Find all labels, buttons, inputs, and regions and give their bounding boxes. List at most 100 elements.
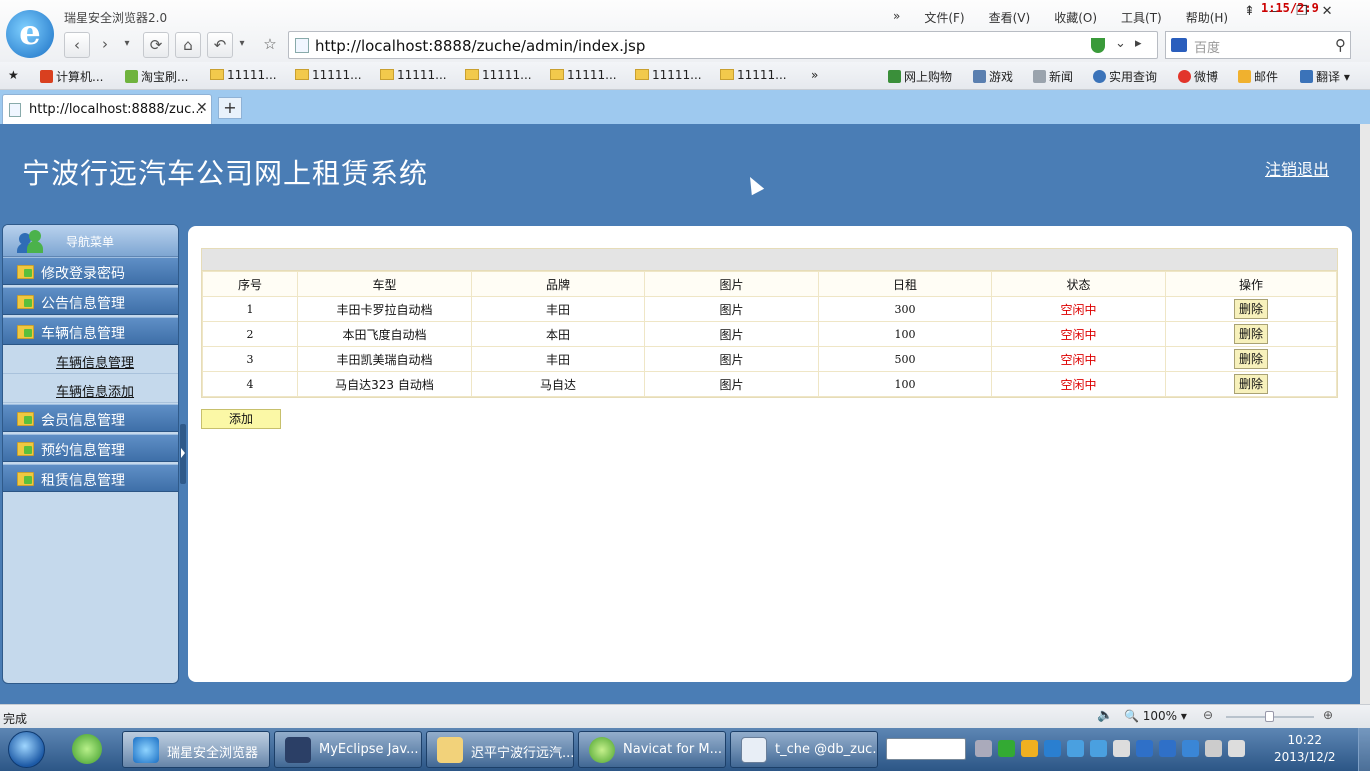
start-button[interactable] [8,731,45,768]
taskbar-item-table[interactable]: t_che @db_zuc... [730,731,878,768]
volume-icon[interactable] [1228,740,1245,757]
logout-link[interactable]: 注销退出 [1265,156,1329,180]
quicklink-weibo[interactable]: 微博 [1178,68,1218,85]
home-button[interactable]: ⌂ [175,32,201,58]
taskbar-item-navicat[interactable]: Navicat for M... [578,731,726,768]
shield-icon[interactable] [1136,740,1153,757]
cell-image-link[interactable]: 图片 [644,321,819,347]
tray-app-icon[interactable] [1159,740,1176,757]
sidebar-item-change-password[interactable]: 修改登录密码 [3,257,178,285]
address-url[interactable]: http://localhost:8888/zuche/admin/index.… [315,37,645,55]
cell-image-link[interactable]: 图片 [644,371,819,397]
sidebar-item-announcements[interactable]: 公告信息管理 [3,287,178,315]
history-dropdown-icon[interactable]: ▾ [120,32,134,58]
search-placeholder[interactable]: 百度 [1194,37,1220,56]
bookmark-folder[interactable]: 11111... [380,68,447,82]
bookmark-folder[interactable]: 11111... [635,68,702,82]
bookmarks-more-icon[interactable]: » [811,68,818,82]
zoom-in-icon[interactable]: ⊕ [1323,708,1333,722]
quicklink-label: 翻译 [1316,70,1341,84]
security-shield-icon[interactable] [1091,38,1105,53]
search-box[interactable]: 百度 ⚲ [1165,31,1351,59]
delete-button[interactable]: 删除 [1234,299,1268,319]
new-tab-button[interactable]: + [218,97,242,119]
sidebar-subitem-vehicle-manage[interactable]: 车辆信息管理 [3,346,178,374]
sidebar-collapse-handle[interactable] [180,424,186,484]
tab-admin-index[interactable]: http://localhost:8888/zuc... ✕ [2,94,212,124]
go-arrow-icon[interactable]: ▸ [1135,36,1142,51]
sidebar-subitem-label[interactable]: 车辆信息添加 [56,381,134,400]
show-desktop-button[interactable] [1358,728,1370,771]
bookmark-folder[interactable]: 11111... [210,68,277,82]
baidu-icon[interactable] [1171,38,1187,52]
cell-status: 空闲中 [991,296,1166,322]
menu-favorites[interactable]: 收藏(O) [1054,9,1097,26]
forward-button[interactable]: › [92,32,118,58]
undo-close-button[interactable]: ↶ [207,32,233,58]
refresh-button[interactable]: ⟳ [143,32,169,58]
address-dropdown-icon[interactable]: ⌄ [1115,36,1126,51]
qq-icon[interactable] [1021,740,1038,757]
delete-button[interactable]: 删除 [1234,349,1268,369]
search-icon[interactable]: ⚲ [1335,36,1346,54]
quicklink-games[interactable]: 游戏 [973,68,1013,85]
close-window-icon[interactable]: ✕ [1322,4,1333,19]
zoom-slider-thumb[interactable] [1265,711,1274,722]
tray-app-icon[interactable] [1090,740,1107,757]
taskbar-item-browser[interactable]: 瑞星安全浏览器 [122,731,270,768]
sound-icon[interactable]: 🔈 [1097,708,1113,723]
tray-search-input[interactable] [886,738,966,760]
tray-app-icon[interactable] [1067,740,1084,757]
zoom-level[interactable]: 🔍 100% ▾ [1124,709,1187,723]
menu-view[interactable]: 查看(V) [989,9,1031,26]
bookmark-item[interactable]: 淘宝刷... [125,68,188,85]
page-scrollbar[interactable] [1360,124,1370,704]
menu-more-icon[interactable]: » [893,9,900,26]
security-icon[interactable] [1182,740,1199,757]
bookmark-folder[interactable]: 11111... [295,68,362,82]
taskbar-item-folder[interactable]: 迟平宁波行远汽... [426,731,574,768]
sidebar-subitem-vehicle-add[interactable]: 车辆信息添加 [3,375,178,403]
favorites-star-icon[interactable]: ★ [8,68,19,82]
delete-button[interactable]: 删除 [1234,324,1268,344]
quicklaunch-browser-icon[interactable] [72,734,102,764]
sidebar-subitem-label[interactable]: 车辆信息管理 [56,352,134,371]
quicklink-label: 邮件 [1254,70,1279,84]
pin-icon[interactable]: ⇞ [1244,4,1255,19]
favorite-star-button[interactable]: ☆ [257,32,283,58]
users-icon [17,229,43,253]
taskbar-item-myeclipse[interactable]: MyEclipse Jav... [274,731,422,768]
bookmark-item[interactable]: 计算机... [40,68,103,85]
back-button[interactable]: ‹ [64,32,90,58]
bookmark-folder[interactable]: 11111... [550,68,617,82]
quicklink-mail[interactable]: 邮件 [1238,68,1278,85]
keyboard-icon[interactable] [975,740,992,757]
delete-button[interactable]: 删除 [1234,374,1268,394]
tray-app-icon[interactable] [998,740,1015,757]
sidebar-item-reservations[interactable]: 预约信息管理 [3,434,178,462]
add-vehicle-button[interactable]: 添加 [201,409,281,429]
quicklink-shopping[interactable]: 网上购物 [888,68,952,85]
address-bar[interactable]: http://localhost:8888/zuche/admin/index.… [288,31,1158,59]
network-icon[interactable] [1205,740,1222,757]
zoom-out-icon[interactable]: ⊖ [1203,708,1213,722]
bookmark-folder[interactable]: 11111... [720,68,787,82]
tab-close-icon[interactable]: ✕ [196,100,208,116]
sidebar-item-rentals[interactable]: 租赁信息管理 [3,464,178,492]
cell-image-link[interactable]: 图片 [644,296,819,322]
sidebar-item-members[interactable]: 会员信息管理 [3,404,178,432]
cell-image-link[interactable]: 图片 [644,346,819,372]
menu-help[interactable]: 帮助(H) [1186,9,1228,26]
bookmark-folder[interactable]: 11111... [465,68,532,82]
tray-tool-icon[interactable] [1113,740,1130,757]
menu-file[interactable]: 文件(F) [924,9,964,26]
sidebar-item-vehicles[interactable]: 车辆信息管理 [3,317,178,345]
menu-tools[interactable]: 工具(T) [1121,9,1162,26]
quicklink-lookup[interactable]: 实用查询 [1093,68,1157,85]
quicklink-translate[interactable]: 翻译 ▾ [1300,68,1350,85]
undo-dropdown-icon[interactable]: ▾ [235,32,249,58]
quicklink-news[interactable]: 新闻 [1033,68,1073,85]
tray-search-icon[interactable] [1044,740,1061,757]
tab-title[interactable]: http://localhost:8888/zuc... [29,102,204,117]
tray-clock[interactable]: 10:22 2013/12/2 [1274,732,1336,766]
